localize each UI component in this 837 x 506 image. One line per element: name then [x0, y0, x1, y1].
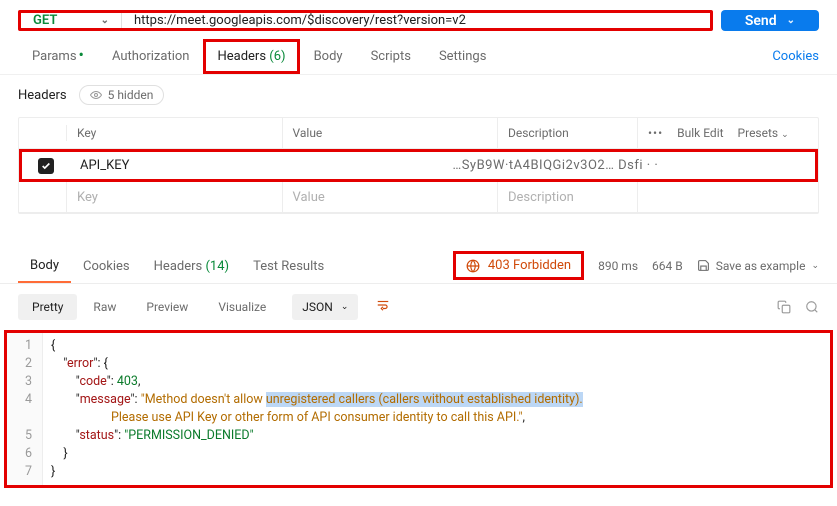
header-enabled-checkbox[interactable] — [38, 158, 54, 174]
wrap-lines-button[interactable] — [368, 292, 398, 322]
wrap-icon — [376, 298, 390, 312]
view-pretty[interactable]: Pretty — [18, 294, 77, 320]
view-raw[interactable]: Raw — [79, 294, 130, 320]
copy-icon[interactable] — [777, 300, 791, 314]
header-row-empty[interactable]: Key Value Description — [19, 182, 818, 213]
tab-settings[interactable]: Settings — [425, 39, 500, 74]
header-row[interactable]: API_KEY …SyB9W·tA4BIQGi2v3O2… Dsfi · · — [19, 149, 818, 182]
status-badge: 403 Forbidden — [453, 251, 584, 280]
bulk-edit-link[interactable]: Bulk Edit — [677, 126, 723, 140]
hidden-headers-toggle[interactable]: 5 hidden — [79, 85, 165, 105]
modified-dot-icon: • — [79, 45, 84, 64]
col-value: Value — [283, 118, 499, 148]
view-preview[interactable]: Preview — [132, 294, 202, 320]
line-numbers: 1234567 — [7, 333, 43, 485]
search-icon[interactable] — [805, 300, 819, 314]
chevron-down-icon: ⌄ — [341, 302, 349, 312]
headers-table: Key Value Description ••• Bulk Edit Pres… — [18, 117, 819, 214]
chevron-down-icon: ⌄ — [781, 130, 789, 140]
presets-dropdown[interactable]: Presets ⌄ — [738, 126, 789, 140]
save-as-example-button[interactable]: Save as example ⌄ — [697, 259, 819, 273]
view-visualize[interactable]: Visualize — [204, 294, 280, 320]
save-icon — [697, 259, 710, 272]
response-tabs: Body Cookies Headers (14) Test Results 4… — [0, 248, 837, 284]
method-select[interactable]: GET ⌄ — [21, 13, 121, 28]
cookies-link[interactable]: Cookies — [758, 39, 819, 74]
response-size: 664 B — [652, 259, 683, 273]
format-select[interactable]: JSON ⌄ — [292, 294, 358, 320]
more-icon[interactable]: ••• — [648, 126, 663, 140]
headers-subheader: Headers 5 hidden — [0, 75, 837, 111]
method-value: GET — [33, 13, 57, 28]
request-bar: GET ⌄ — [18, 10, 713, 31]
tab-scripts[interactable]: Scripts — [357, 39, 425, 74]
chevron-down-icon: ⌄ — [101, 15, 109, 26]
globe-icon — [466, 259, 480, 273]
headers-label: Headers — [18, 88, 67, 103]
col-key: Key — [67, 118, 283, 148]
chevron-down-icon: ⌄ — [811, 261, 819, 271]
send-button[interactable]: Send ⌄ — [721, 10, 819, 31]
tab-params[interactable]: Params• — [18, 39, 98, 74]
resp-tab-test-results[interactable]: Test Results — [241, 249, 336, 282]
resp-tab-headers[interactable]: Headers (14) — [142, 249, 241, 282]
response-view-row: Pretty Raw Preview Visualize JSON ⌄ — [0, 284, 837, 330]
table-actions: ••• Bulk Edit Presets ⌄ — [638, 118, 818, 148]
request-tabs: Params• Authorization Headers (6) Body S… — [0, 39, 837, 75]
status-text: 403 Forbidden — [488, 258, 571, 273]
eye-icon — [90, 89, 102, 101]
resp-tab-cookies[interactable]: Cookies — [71, 249, 142, 282]
header-key-placeholder[interactable]: Key — [67, 182, 283, 212]
response-body: 1234567 { "error": { "code": 403, "messa… — [4, 330, 833, 488]
url-input[interactable] — [121, 13, 710, 28]
col-description: Description — [498, 118, 638, 148]
tab-headers[interactable]: Headers (6) — [203, 39, 299, 74]
response-time: 890 ms — [598, 259, 638, 273]
code-content[interactable]: { "error": { "code": 403, "message": "Me… — [43, 333, 830, 485]
chevron-down-icon: ⌄ — [787, 15, 795, 26]
header-key-cell[interactable]: API_KEY — [70, 152, 443, 179]
tab-body[interactable]: Body — [300, 39, 357, 74]
header-desc-placeholder[interactable]: Description — [498, 182, 638, 212]
check-icon — [41, 161, 51, 171]
resp-tab-body[interactable]: Body — [18, 248, 71, 283]
tab-authorization[interactable]: Authorization — [98, 39, 204, 74]
header-value-cell[interactable]: …SyB9W·tA4BIQGi2v3O2… Dsfi · · — [443, 152, 816, 179]
send-label: Send — [745, 13, 777, 29]
headers-table-head: Key Value Description ••• Bulk Edit Pres… — [19, 118, 818, 149]
header-value-placeholder[interactable]: Value — [283, 182, 499, 212]
